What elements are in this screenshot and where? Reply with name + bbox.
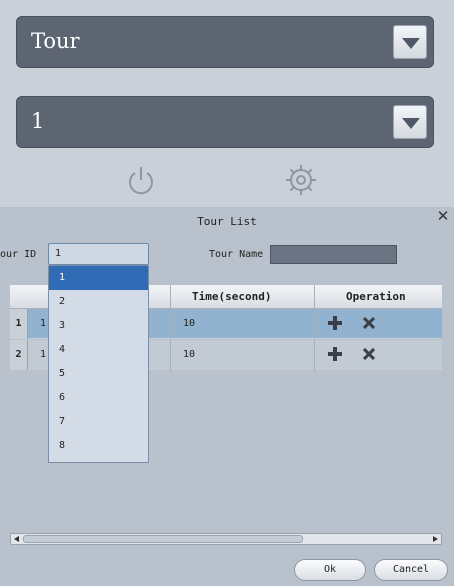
tour-id-label: our ID [0, 249, 37, 260]
header-operation[interactable]: Operation [346, 290, 406, 303]
cancel-button[interactable]: Cancel [374, 559, 448, 581]
row-id: 1 [40, 318, 47, 329]
tour-name-input[interactable] [270, 245, 397, 264]
chevron-down-icon[interactable] [393, 105, 427, 139]
dropdown-option[interactable]: 5 [49, 362, 148, 386]
number-select[interactable]: 1 [16, 96, 434, 148]
row-time: 10 [183, 349, 196, 360]
delete-icon[interactable] [363, 348, 375, 360]
tour-name-label: Tour Name [209, 249, 264, 260]
dropdown-option[interactable]: 2 [49, 290, 148, 314]
dropdown-option[interactable]: 6 [49, 386, 148, 410]
tour-list-dialog: Tour List ✕ our ID 1 Tour Name Time(seco… [0, 207, 454, 586]
add-icon[interactable] [328, 347, 342, 361]
power-icon[interactable] [124, 163, 158, 197]
gear-icon[interactable] [284, 163, 318, 197]
control-panel: Tour 1 [0, 0, 454, 207]
dropdown-option[interactable]: 7 [49, 410, 148, 434]
dropdown-option[interactable]: 1 [49, 266, 148, 290]
tour-id-select[interactable]: 1 [48, 243, 149, 265]
number-select-value: 1 [31, 109, 45, 133]
scrollbar-thumb[interactable] [23, 535, 303, 543]
close-icon[interactable]: ✕ [436, 209, 450, 224]
dialog-title: Tour List [197, 215, 257, 228]
horizontal-scrollbar[interactable] [10, 533, 442, 545]
column-divider [170, 285, 171, 372]
tour-id-value: 1 [55, 248, 62, 259]
row-number: 2 [10, 340, 28, 370]
tour-id-dropdown-list: 1 2 3 4 5 6 7 8 [48, 265, 149, 463]
row-id: 1 [40, 349, 47, 360]
row-number: 1 [10, 309, 28, 339]
chevron-down-icon[interactable] [393, 25, 427, 59]
dropdown-option[interactable]: 4 [49, 338, 148, 362]
column-divider [314, 285, 315, 372]
dropdown-option[interactable]: 3 [49, 314, 148, 338]
mode-select-value: Tour [31, 29, 80, 53]
dropdown-option[interactable]: 8 [49, 434, 148, 458]
header-time[interactable]: Time(second) [192, 290, 271, 303]
add-icon[interactable] [328, 316, 342, 330]
scroll-left-icon[interactable] [14, 536, 19, 542]
row-time: 10 [183, 318, 196, 329]
delete-icon[interactable] [363, 317, 375, 329]
scroll-right-icon[interactable] [433, 536, 438, 542]
mode-select[interactable]: Tour [16, 16, 434, 68]
ok-button[interactable]: Ok [294, 559, 366, 581]
